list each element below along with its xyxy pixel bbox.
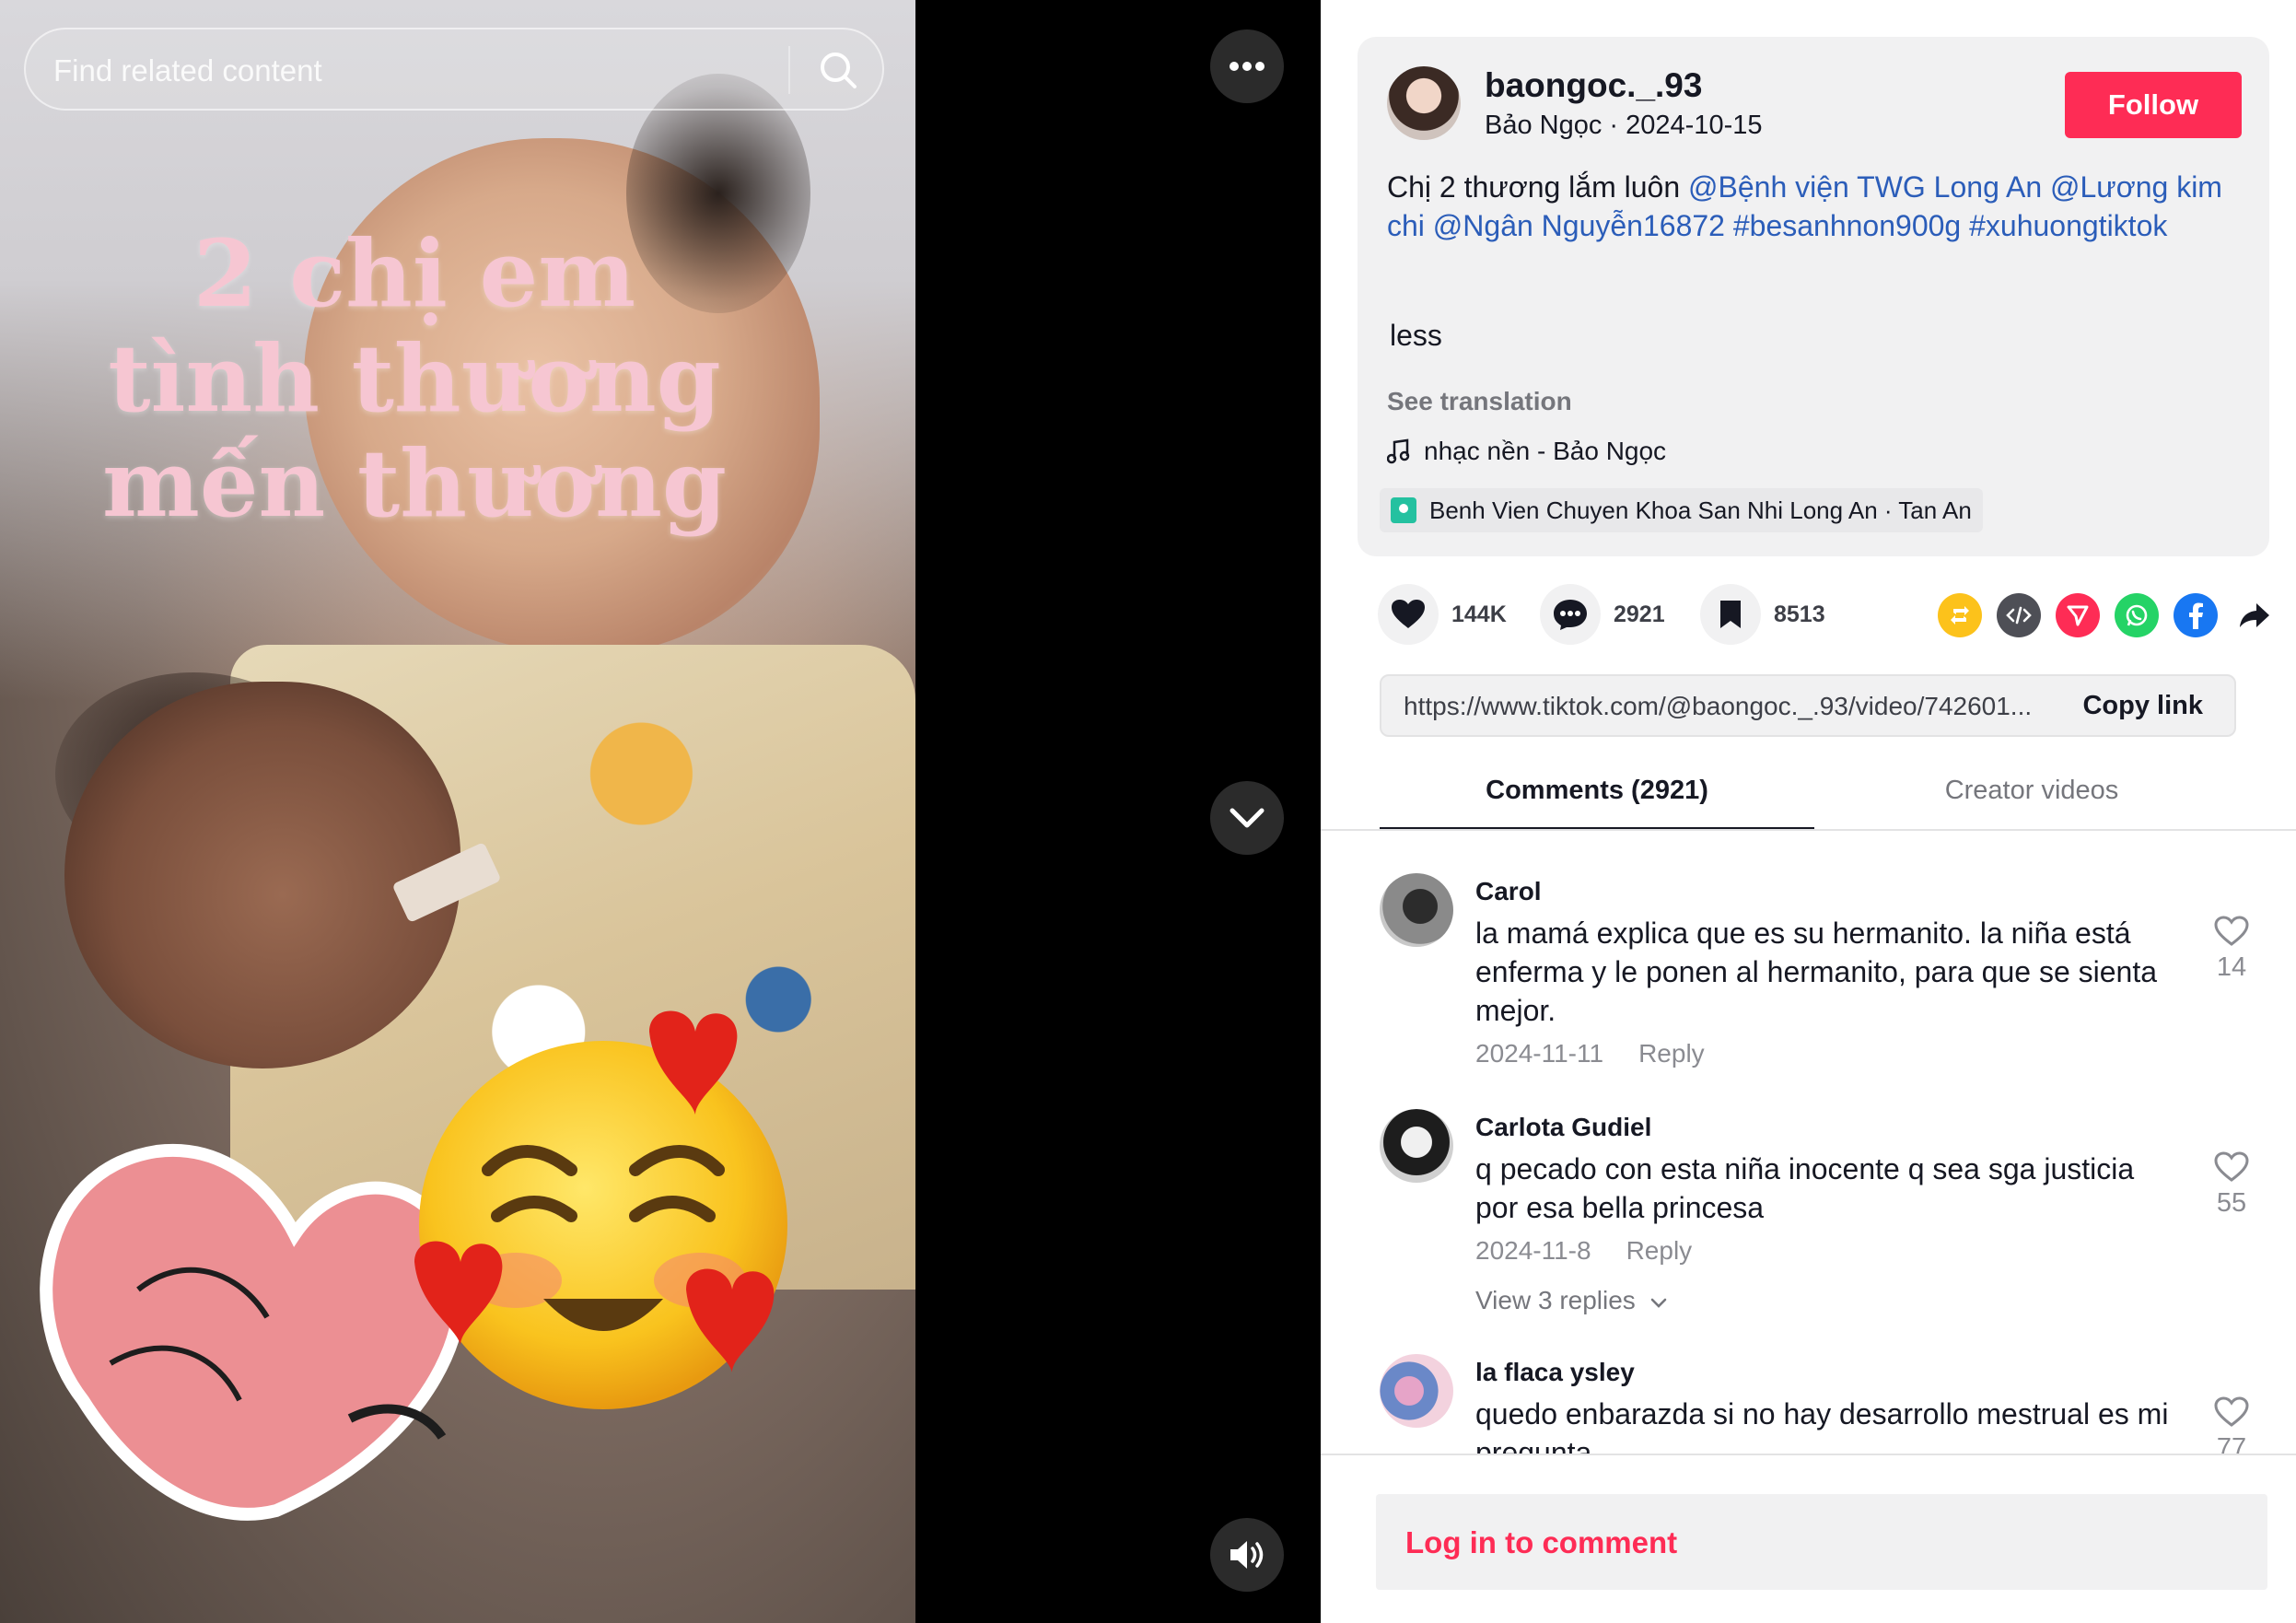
- comment-input-divider: [1321, 1454, 2296, 1455]
- save-bubble: [1700, 584, 1761, 645]
- comment-text: la mamá explica que es su hermanito. la …: [1475, 917, 2158, 1027]
- like-count: 144K: [1451, 601, 1507, 627]
- bookmark-icon: [1720, 601, 1741, 628]
- comment-count: 2921: [1614, 601, 1665, 627]
- author-avatar[interactable]: [1387, 66, 1461, 140]
- follow-button[interactable]: Follow: [2065, 72, 2242, 138]
- whatsapp-icon[interactable]: [2115, 593, 2159, 637]
- comment-date: 2024-11-8: [1475, 1236, 1591, 1265]
- volume-button[interactable]: [1210, 1518, 1284, 1592]
- video-caption-overlay: 2 chị em tình thương mến thương: [102, 219, 727, 538]
- next-video-button[interactable]: [1210, 781, 1284, 855]
- save-button[interactable]: 8513: [1700, 582, 1825, 647]
- smiling-face-with-hearts-sticker: [414, 1010, 787, 1409]
- comment-item: Carlota Gudiel q pecado con esta niña in…: [1380, 1109, 2264, 1339]
- commenter-avatar[interactable]: [1380, 1109, 1453, 1183]
- view-replies-button[interactable]: View 3 replies: [1475, 1286, 1667, 1315]
- share-arrow-icon[interactable]: [2232, 593, 2277, 637]
- comment-icon: [1554, 600, 1587, 630]
- comment-bubble: [1540, 584, 1601, 645]
- like-button[interactable]: 144K: [1378, 582, 1507, 647]
- panel-tabs: Comments (2921) Creator videos: [1380, 765, 2236, 831]
- comment-text: quedo enbarazda si no hay desarrollo mes…: [1475, 1397, 2169, 1454]
- video-description: Chị 2 thương lắm luôn @Bệnh viện TWG Lon…: [1387, 168, 2234, 245]
- heart-outline-icon: [2214, 1151, 2249, 1182]
- description-card: baongoc._.93 Bảo Ngọc · 2024-10-15 Follo…: [1358, 37, 2269, 556]
- comment-text: q pecado con esta niña inocente q sea sg…: [1475, 1152, 2135, 1224]
- commenter-name[interactable]: Carol: [1475, 877, 1542, 906]
- less-toggle[interactable]: less: [1390, 319, 1442, 353]
- reply-button[interactable]: Reply: [1638, 1039, 1705, 1068]
- facebook-icon[interactable]: [2174, 593, 2218, 637]
- comment-like-count: 14: [2216, 952, 2247, 982]
- search-divider: [788, 46, 790, 94]
- search-icon[interactable]: [814, 46, 864, 96]
- action-bar: 144K 2921 8513: [1378, 582, 2269, 647]
- music-note-icon: [1387, 438, 1410, 464]
- author-display-name: Bảo Ngọc: [1485, 111, 1603, 140]
- send-icon[interactable]: [2056, 593, 2100, 637]
- comment-meta: 2024-11-11 Reply: [1475, 1039, 1705, 1068]
- separator: ·: [1602, 111, 1626, 140]
- view-replies-label: View 3 replies: [1475, 1286, 1636, 1314]
- commenter-name[interactable]: la flaca ysley: [1475, 1358, 1635, 1387]
- heart-outline-icon: [2214, 916, 2249, 946]
- tab-creator-videos[interactable]: Creator videos: [1814, 765, 2249, 827]
- heart-icon: [1392, 600, 1425, 628]
- comment-like[interactable]: 14: [2199, 916, 2264, 983]
- chevron-down-icon: [1650, 1298, 1666, 1308]
- comment-like-count: 77: [2216, 1433, 2247, 1454]
- video-link-box: https://www.tiktok.com/@baongoc._.93/vid…: [1380, 674, 2236, 737]
- post-date: 2024-10-15: [1626, 111, 1763, 140]
- comment-like-count: 55: [2216, 1188, 2247, 1218]
- commenter-name[interactable]: Carlota Gudiel: [1475, 1113, 1651, 1142]
- comment-item: la flaca ysley quedo enbarazda si no hay…: [1380, 1354, 2264, 1454]
- location-text: Benh Vien Chuyen Khoa San Nhi Long An · …: [1429, 496, 1972, 524]
- find-related-search[interactable]: Find related content: [24, 28, 884, 111]
- see-translation-link[interactable]: See translation: [1387, 387, 1572, 416]
- more-horizontal-icon: [1230, 62, 1265, 71]
- comment-button[interactable]: 2921: [1540, 582, 1665, 647]
- commenter-avatar[interactable]: [1380, 873, 1453, 947]
- like-bubble: [1378, 584, 1439, 645]
- video-player[interactable]: 2 chị em tình thương mến thương Find rel…: [0, 0, 915, 1623]
- hashtag-link[interactable]: #xuhuongtiktok: [1969, 209, 2167, 242]
- commenter-avatar[interactable]: [1380, 1354, 1453, 1428]
- video-link-url[interactable]: https://www.tiktok.com/@baongoc._.93/vid…: [1404, 692, 2032, 721]
- tab-comments[interactable]: Comments (2921): [1380, 765, 1814, 831]
- copy-link-button[interactable]: Copy link: [2082, 691, 2203, 721]
- login-to-comment-box[interactable]: Log in to comment: [1376, 1494, 2267, 1590]
- author-subline: Bảo Ngọc · 2024-10-15: [1485, 111, 1762, 141]
- music-title: nhạc nền - Bảo Ngọc: [1424, 437, 1667, 465]
- author-username[interactable]: baongoc._.93: [1485, 66, 1702, 105]
- comment-meta: 2024-11-8 Reply: [1475, 1236, 1692, 1266]
- heart-outline-icon: [2214, 1396, 2249, 1427]
- login-to-comment-link[interactable]: Log in to comment: [1405, 1525, 1677, 1560]
- mention-link[interactable]: @Ngân Nguyễn16872: [1433, 209, 1725, 242]
- location-pin-icon: [1391, 497, 1416, 523]
- side-panel: baongoc._.93 Bảo Ngọc · 2024-10-15 Follo…: [1321, 0, 2296, 1623]
- save-count: 8513: [1774, 601, 1825, 627]
- mention-link[interactable]: @Bệnh viện TWG Long An: [1688, 170, 2042, 204]
- volume-icon: [1230, 1541, 1264, 1569]
- more-options-button[interactable]: [1210, 29, 1284, 103]
- video-controls-pane: [915, 0, 1321, 1623]
- comment-like[interactable]: 77: [2199, 1396, 2264, 1454]
- chevron-down-icon: [1230, 808, 1265, 828]
- repost-icon[interactable]: [1938, 593, 1982, 637]
- embed-icon[interactable]: [1997, 593, 2041, 637]
- music-link[interactable]: nhạc nền - Bảo Ngọc: [1387, 437, 1666, 466]
- comment-date: 2024-11-11: [1475, 1039, 1604, 1068]
- comment-list[interactable]: Carol la mamá explica que es su hermanit…: [1321, 831, 2296, 1454]
- hashtag-link[interactable]: #besanhnon900g: [1733, 209, 1961, 242]
- location-tag[interactable]: Benh Vien Chuyen Khoa San Nhi Long An · …: [1380, 488, 1983, 532]
- comment-item: Carol la mamá explica que es su hermanit…: [1380, 873, 2264, 1076]
- search-placeholder: Find related content: [53, 53, 322, 88]
- reply-button[interactable]: Reply: [1626, 1236, 1693, 1265]
- description-text: Chị 2 thương lắm luôn: [1387, 170, 1689, 204]
- comment-like[interactable]: 55: [2199, 1151, 2264, 1219]
